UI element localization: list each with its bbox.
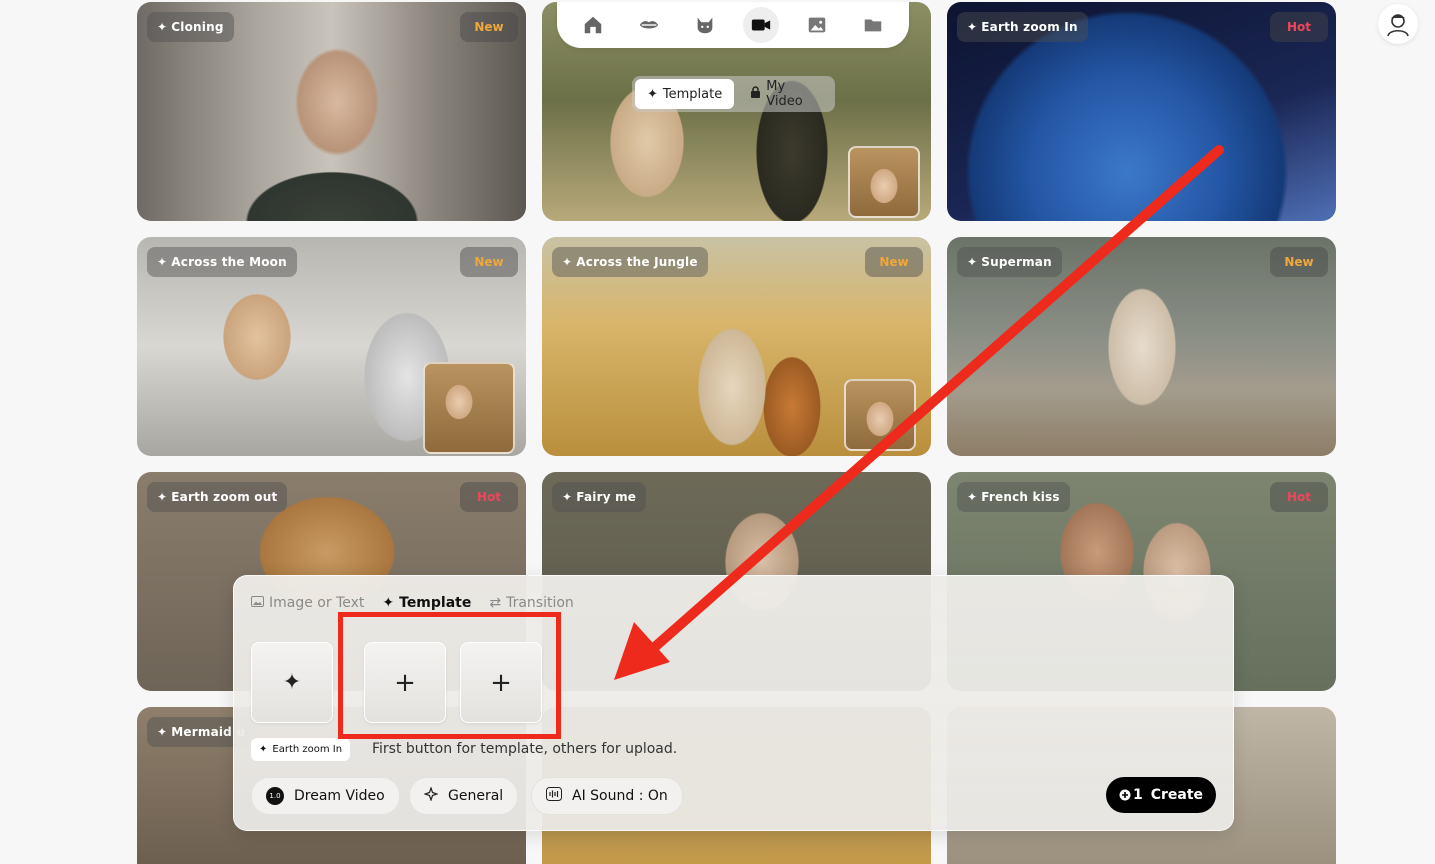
new-badge: New [460,247,518,277]
template-toggle-button[interactable]: ✦ Template [635,79,735,109]
my-video-toggle-button[interactable]: My Video [738,79,832,109]
sparkle-icon: ✦ [259,744,268,755]
template-card-cloning[interactable]: ✦ Cloning New [137,2,526,221]
card-title-tag: ✦ Fairy me [552,482,647,512]
mode-tabs: Image or Text ✦ Template ⇄ Transition [251,595,574,611]
sparkle-icon: ✦ [647,86,658,102]
card-title-tag: ✦ Superman [957,247,1062,277]
card-title-tag: ✦ Earth zoom out [147,482,288,512]
sparkle-icon: ✦ [562,255,573,269]
new-badge: New [865,247,923,277]
sparkle-icon: ✦ [967,20,978,34]
sparkle-icon: ✦ [382,595,395,611]
create-button[interactable]: 1 Create [1106,777,1216,813]
card-title-tag: ✦ French kiss [957,482,1070,512]
user-avatar[interactable] [1378,4,1418,44]
card-title-tag: ✦ Across the Moon [147,247,297,277]
template-card-across-the-jungle[interactable]: ✦ Across the Jungle New [542,237,931,456]
selected-template-chip[interactable]: ✦ Earth zoom In [251,738,351,761]
annotation-highlight-box [338,612,561,739]
ai-sound-toggle[interactable]: AI Sound : On [531,777,683,815]
sparkle-icon: ✦ [157,20,168,34]
sparkle-icon: ✦ [562,490,573,504]
hot-badge: Hot [1270,482,1328,512]
template-card-across-the-moon[interactable]: ✦ Across the Moon New [137,237,526,456]
tab-image-or-text[interactable]: Image or Text [251,595,364,611]
video-camera-icon[interactable] [743,7,779,43]
user-icon [1387,14,1409,37]
tab-template[interactable]: ✦ Template [382,595,471,611]
style-select-button[interactable]: General [409,777,519,815]
reference-face-photo [848,146,920,218]
sparkle-icon: ✦ [967,255,978,269]
lock-icon [750,86,761,102]
hot-badge: Hot [460,482,518,512]
cat-icon[interactable] [687,7,723,43]
sound-wave-icon [546,787,562,805]
view-toggle: ✦ Template My Video [632,76,835,112]
tab-transition[interactable]: ⇄ Transition [489,595,573,611]
image-icon[interactable] [799,7,835,43]
upload-hint-text: First button for template, others for up… [372,741,678,757]
sparkle-icon: ✦ [282,670,302,695]
model-version-badge: 1.0 [266,787,284,805]
swap-arrows-icon: ⇄ [489,595,502,611]
sparkle-icon: ✦ [157,490,168,504]
magic-wand-icon [423,786,439,805]
sparkle-icon: ✦ [157,255,168,269]
template-card-earth-zoom-in[interactable]: ✦ Earth zoom In Hot [947,2,1336,221]
template-card-superman[interactable]: ✦ Superman New [947,237,1336,456]
card-title-tag: ✦ Cloning [147,12,234,42]
template-picker-button[interactable]: ✦ [251,642,333,723]
reference-face-photo [423,362,515,454]
new-badge: New [460,12,518,42]
sparkle-icon: ✦ [967,490,978,504]
image-icon [251,595,264,611]
hot-badge: Hot [1270,12,1328,42]
home-icon[interactable] [575,7,611,43]
sparkle-icon: ✦ [157,725,168,739]
model-select-button[interactable]: 1.0 Dream Video [251,777,400,815]
lips-icon[interactable] [631,7,667,43]
card-title-tag: ✦ Earth zoom In [957,12,1088,42]
credit-icon: 1 [1119,787,1143,803]
folder-icon[interactable] [855,7,891,43]
reference-face-photo [844,379,916,451]
new-badge: New [1270,247,1328,277]
card-title-tag: ✦ Across the Jungle [552,247,708,277]
category-nav [557,2,909,48]
